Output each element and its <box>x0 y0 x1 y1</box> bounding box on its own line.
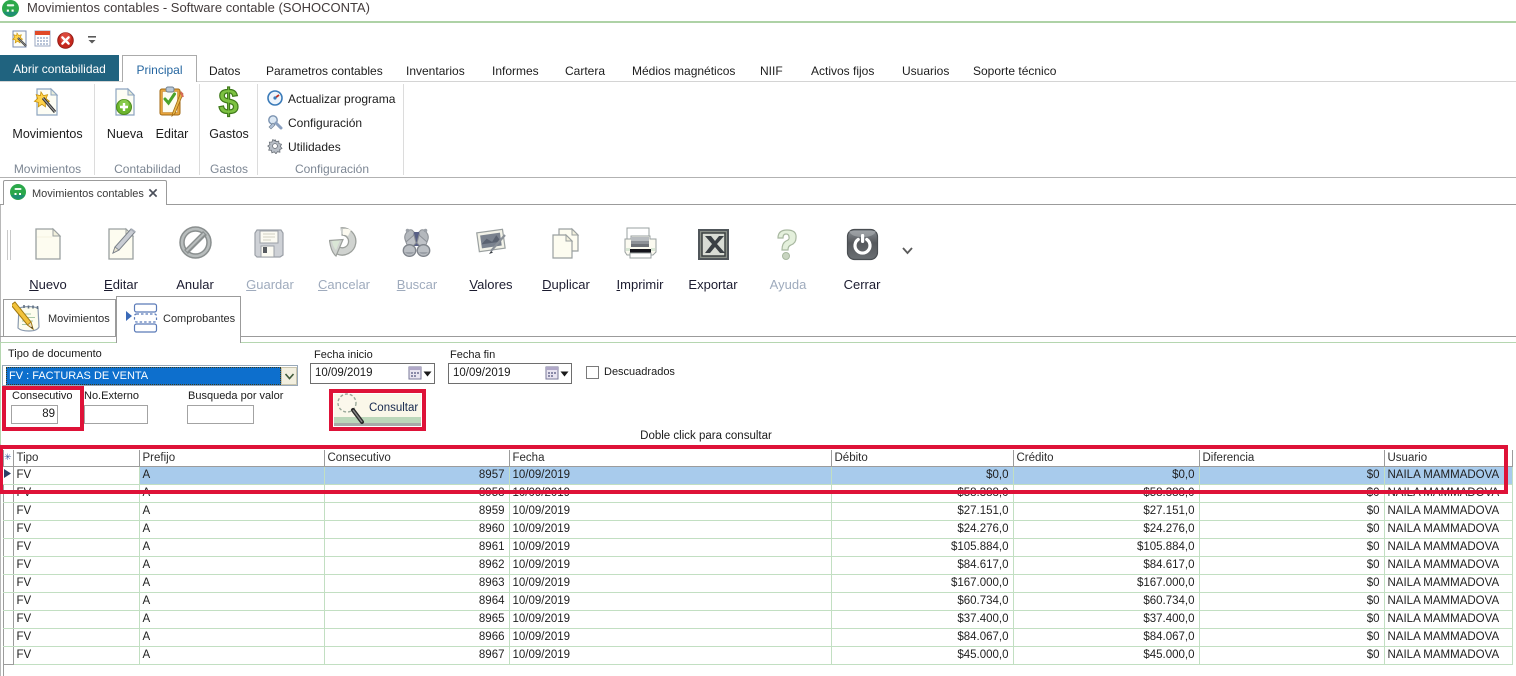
svg-text:$: $ <box>218 84 238 122</box>
